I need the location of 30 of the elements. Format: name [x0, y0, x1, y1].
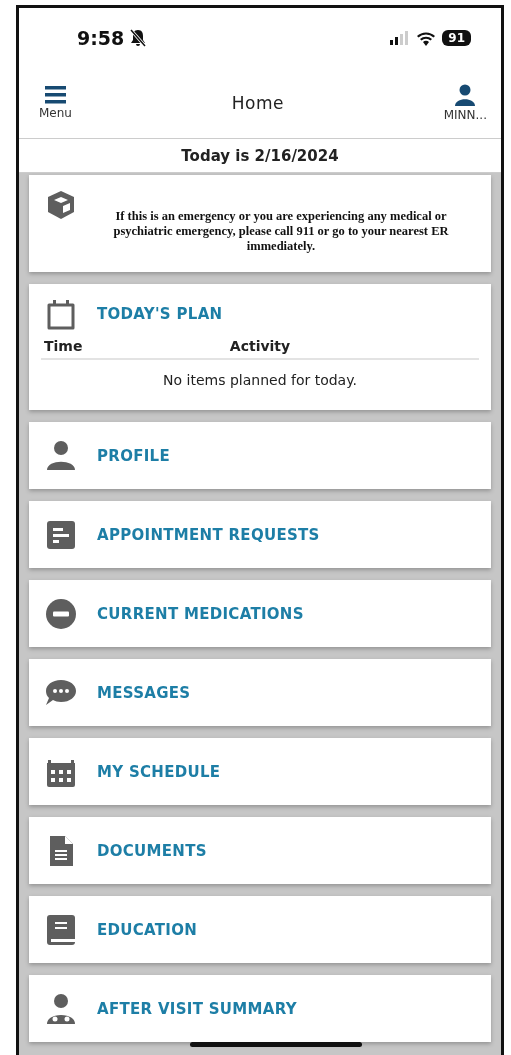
book-icon [45, 913, 77, 946]
calendar-icon [45, 298, 77, 330]
column-header: Time [43, 338, 84, 354]
menu-card[interactable]: AFTER VISIT SUMMARY [29, 975, 491, 1042]
doctor-icon [45, 992, 77, 1025]
minus-circle-icon [45, 597, 77, 630]
menu-card[interactable]: APPOINTMENT REQUESTS [29, 501, 491, 568]
menu-card[interactable]: EDUCATION [29, 896, 491, 963]
menu-card[interactable]: MY SCHEDULE [29, 738, 491, 805]
menu-card[interactable]: PROFILE [29, 422, 491, 489]
date-text: Today is 2/16/2024 [181, 146, 339, 165]
menu-card[interactable]: DOCUMENTS [29, 817, 491, 884]
battery-level: 91 [442, 30, 471, 46]
status-time: 9:58 [77, 27, 125, 49]
menu-card[interactable]: CURRENT MEDICATIONS [29, 580, 491, 647]
menu-icon [44, 86, 66, 104]
emergency-notice: If this is an emergency or you are experiencing any medical or psychiatric emergency, please call 911 or go to your nearest ER immediately. [112, 209, 450, 254]
user-icon [454, 84, 477, 106]
signal-icon [390, 31, 411, 45]
wifi-icon [416, 30, 437, 46]
menu-button[interactable]: Menu [39, 86, 72, 120]
cube-icon [45, 189, 77, 221]
column-header: Activity [228, 338, 292, 354]
form-icon [45, 518, 77, 551]
person-icon [45, 439, 77, 472]
empty-message: No items planned for today. [162, 372, 358, 388]
page-title: Home [231, 93, 284, 113]
plan-title[interactable]: TODAY'S PLAN [97, 305, 223, 323]
account-button[interactable]: MINN... [443, 84, 487, 122]
menu-card[interactable]: MESSAGES [29, 659, 491, 726]
